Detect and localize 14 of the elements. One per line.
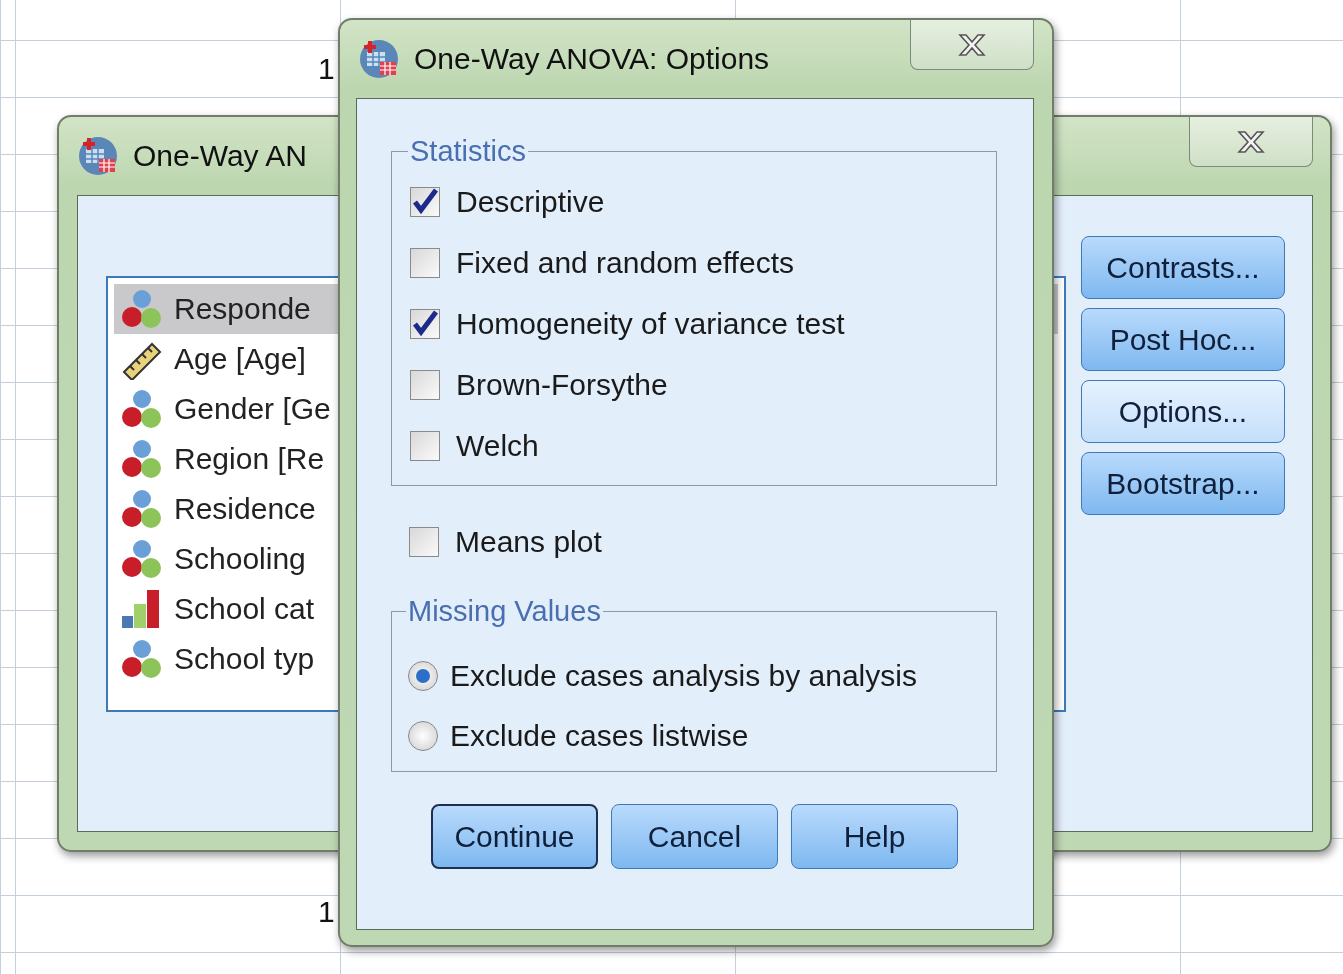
row-number: 1 bbox=[318, 895, 335, 929]
row-number: 1 bbox=[318, 52, 335, 86]
group-title: Missing Values bbox=[407, 595, 602, 628]
window-title: One-Way ANOVA: Options bbox=[414, 42, 770, 76]
variable-name: School typ bbox=[174, 642, 315, 676]
window-title: One-Way AN bbox=[133, 139, 307, 173]
variable-name: Gender [Ge bbox=[174, 392, 331, 426]
variable-name: Residence bbox=[174, 492, 316, 526]
variable-name: Responde bbox=[174, 292, 311, 326]
variable-name: Schooling bbox=[174, 542, 306, 576]
variable-name: Age [Age] bbox=[174, 342, 306, 376]
group-title: Statistics bbox=[409, 135, 528, 168]
variable-name: Region [Re bbox=[174, 442, 325, 476]
variable-name: School cat bbox=[174, 592, 315, 626]
